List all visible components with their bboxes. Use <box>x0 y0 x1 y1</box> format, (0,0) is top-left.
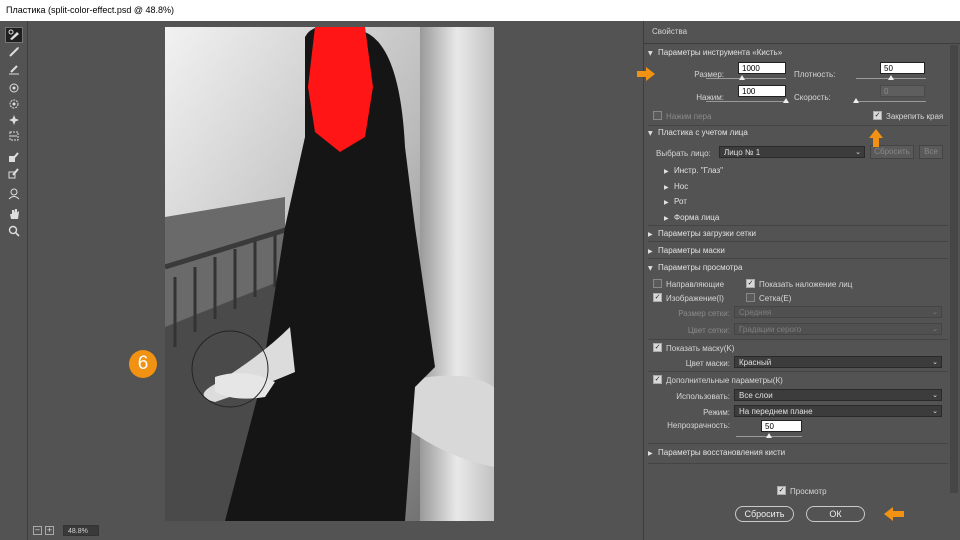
ok-button[interactable]: ОК <box>806 506 865 522</box>
rate-input[interactable]: 0 <box>880 85 925 97</box>
zoom-icon[interactable] <box>5 223 23 239</box>
mesh-size-label: Размер сетки: <box>678 309 730 318</box>
properties-panel: Свойства ▼ Параметры инструмента «Кисть» … <box>643 21 960 540</box>
zoom-out-button[interactable]: − <box>33 526 42 535</box>
face-item-mouth[interactable]: ▶ Рот <box>664 197 864 206</box>
show-mask-checkbox[interactable]: ✓ <box>653 343 662 352</box>
freeze-mask-icon[interactable] <box>5 149 23 165</box>
face-item-nose[interactable]: ▶ Нос <box>664 182 864 191</box>
use-dropdown[interactable]: Все слои ⌄ <box>734 389 942 401</box>
size-slider-knob[interactable] <box>739 75 745 80</box>
stylus-pressure-label: Нажим пера <box>666 112 712 121</box>
image-checkbox[interactable]: ✓ <box>653 293 662 302</box>
thaw-mask-icon[interactable] <box>5 165 23 181</box>
opacity-slider[interactable] <box>736 433 802 438</box>
pin-edges-checkbox[interactable]: ✓ <box>873 111 882 120</box>
mesh-color-label: Цвет сетки: <box>687 326 730 335</box>
density-input[interactable]: 50 <box>880 62 925 74</box>
mesh-checkbox[interactable] <box>746 293 755 302</box>
brush-options-header[interactable]: ▼ Параметры инструмента «Кисть» <box>648 48 948 57</box>
smooth-icon[interactable] <box>5 61 23 77</box>
density-slider-knob[interactable] <box>888 75 894 80</box>
mesh-load-header[interactable]: ▶ Параметры загрузки сетки <box>648 229 948 238</box>
zoom-in-button[interactable]: + <box>45 526 54 535</box>
mask-color-label: Цвет маски: <box>685 359 730 368</box>
rate-slider[interactable] <box>853 98 926 103</box>
pressure-input[interactable]: 100 <box>738 85 786 97</box>
density-label: Плотность: <box>794 70 836 79</box>
pressure-slider[interactable] <box>706 98 789 103</box>
opacity-label: Непрозрачность: <box>667 421 730 430</box>
mask-color-dropdown[interactable]: Красный ⌄ <box>734 356 942 368</box>
chevron-down-icon: ⌄ <box>932 391 938 399</box>
chevron-down-icon: ⌄ <box>855 148 861 156</box>
mesh-size-dropdown[interactable]: Средняя ⌄ <box>734 306 942 318</box>
show-mask-label: Показать маску(K) <box>666 344 735 353</box>
chevron-down-icon: ⌄ <box>932 407 938 415</box>
callout-arrow-size <box>637 67 655 81</box>
panel-scrollbar[interactable] <box>950 45 958 493</box>
rate-label: Скорость: <box>794 93 831 102</box>
preview-label: Просмотр <box>790 487 827 496</box>
size-slider[interactable] <box>706 75 786 80</box>
mesh-label: Сетка(E) <box>759 294 792 303</box>
mesh-color-dropdown[interactable]: Градации серого ⌄ <box>734 323 942 335</box>
chevron-down-icon: ⌄ <box>932 358 938 366</box>
callout-arrow-pin <box>869 129 883 147</box>
rate-slider-knob[interactable] <box>853 98 859 103</box>
panel-title: Свойства <box>644 21 960 44</box>
canvas-status-bar: − + 48.8% <box>29 521 641 540</box>
view-options-header[interactable]: ▼ Параметры просмотра <box>648 263 948 272</box>
select-face-label: Выбрать лицо: <box>656 149 711 158</box>
select-face-dropdown[interactable]: Лицо № 1 ⌄ <box>719 146 865 158</box>
mode-dropdown[interactable]: На переднем плане ⌄ <box>734 405 942 417</box>
brush-restore-header[interactable]: ▶ Параметры восстановления кисти <box>648 448 948 457</box>
opacity-slider-knob[interactable] <box>766 433 772 438</box>
bloat-icon[interactable] <box>5 112 23 128</box>
opacity-input[interactable]: 50 <box>761 420 802 432</box>
face-overlay-label: Показать наложение лиц <box>759 280 853 289</box>
callout-arrow-ok <box>884 507 904 521</box>
zoom-field[interactable]: 48.8% <box>63 525 99 536</box>
mask-options-header[interactable]: ▶ Параметры маски <box>648 246 948 255</box>
face-item-shape[interactable]: ▶ Форма лица <box>664 213 864 222</box>
density-slider[interactable] <box>856 75 926 80</box>
pin-edges-label: Закрепить края <box>886 112 944 121</box>
extra-options-label: Дополнительные параметры(К) <box>666 376 783 385</box>
chevron-down-icon: ⌄ <box>932 308 938 316</box>
pucker-icon[interactable] <box>5 96 23 112</box>
face-overlay-checkbox[interactable]: ✓ <box>746 279 755 288</box>
twirl-icon[interactable] <box>5 80 23 96</box>
forward-warp-icon[interactable] <box>5 27 23 43</box>
size-input[interactable]: 1000 <box>738 62 786 74</box>
reset-button[interactable]: Сбросить <box>735 506 794 522</box>
chevron-down-icon: ⌄ <box>932 325 938 333</box>
preview-checkbox[interactable]: ✓ <box>777 486 786 495</box>
window-title: Пластика (split-color-effect.psd @ 48.8%… <box>0 0 960 21</box>
use-label: Использовать: <box>676 392 730 401</box>
tools-toolbar <box>0 21 28 540</box>
image-label: Изображение(I) <box>666 294 724 303</box>
guides-label: Направляющие <box>666 280 725 289</box>
guides-checkbox[interactable] <box>653 279 662 288</box>
hand-icon[interactable] <box>5 206 23 222</box>
face-tool-icon[interactable] <box>5 186 23 202</box>
stylus-pressure-checkbox[interactable] <box>653 111 662 120</box>
extra-options-checkbox[interactable]: ✓ <box>653 375 662 384</box>
preview-photo[interactable] <box>165 27 494 521</box>
face-aware-header[interactable]: ▼ Пластика с учетом лица <box>648 128 948 137</box>
pressure-slider-knob[interactable] <box>783 98 789 103</box>
face-item-eyes[interactable]: ▶ Инстр. "Глаз" <box>664 166 864 175</box>
callout-6: 6 <box>129 350 157 378</box>
mode-label: Режим: <box>703 408 730 417</box>
face-all-button[interactable]: Все <box>919 145 943 159</box>
push-left-icon[interactable] <box>5 128 23 144</box>
reconstruct-icon[interactable] <box>5 44 23 60</box>
